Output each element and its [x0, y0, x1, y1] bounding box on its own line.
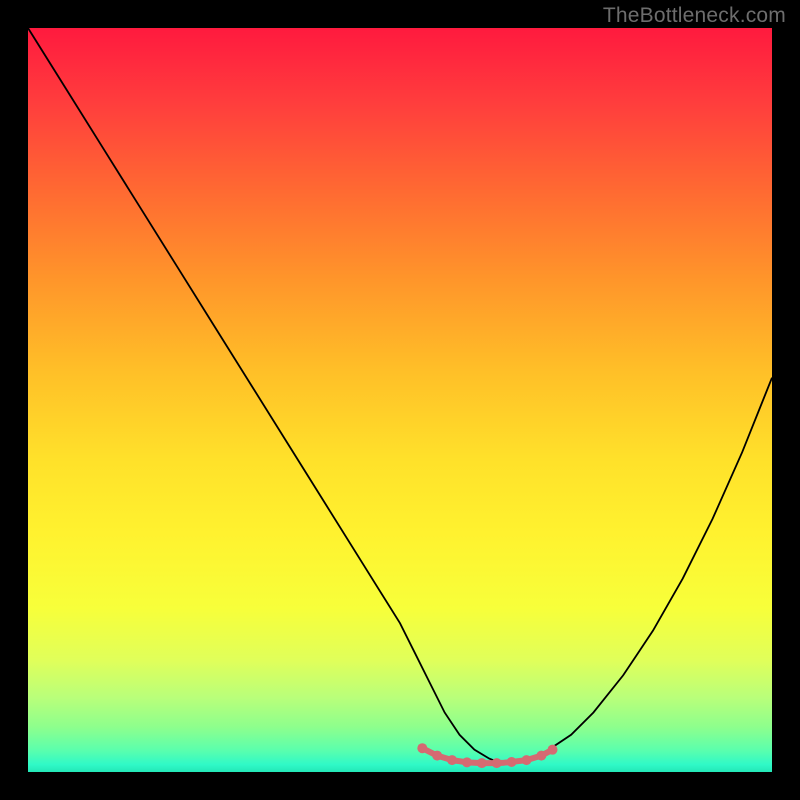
highlight-marker: [477, 758, 487, 768]
highlight-marker: [521, 755, 531, 765]
watermark-text: TheBottleneck.com: [603, 4, 786, 28]
highlight-marker: [417, 743, 427, 753]
highlight-marker: [462, 757, 472, 767]
main-curve: [28, 28, 772, 762]
chart-svg: [28, 28, 772, 772]
plot-area: [28, 28, 772, 772]
chart-frame: TheBottleneck.com: [0, 0, 800, 800]
highlight-marker: [492, 758, 502, 768]
highlight-marker: [507, 757, 517, 767]
highlight-marker: [536, 751, 546, 761]
highlight-marker: [548, 745, 558, 755]
highlight-marker: [447, 755, 457, 765]
highlight-marker: [432, 751, 442, 761]
